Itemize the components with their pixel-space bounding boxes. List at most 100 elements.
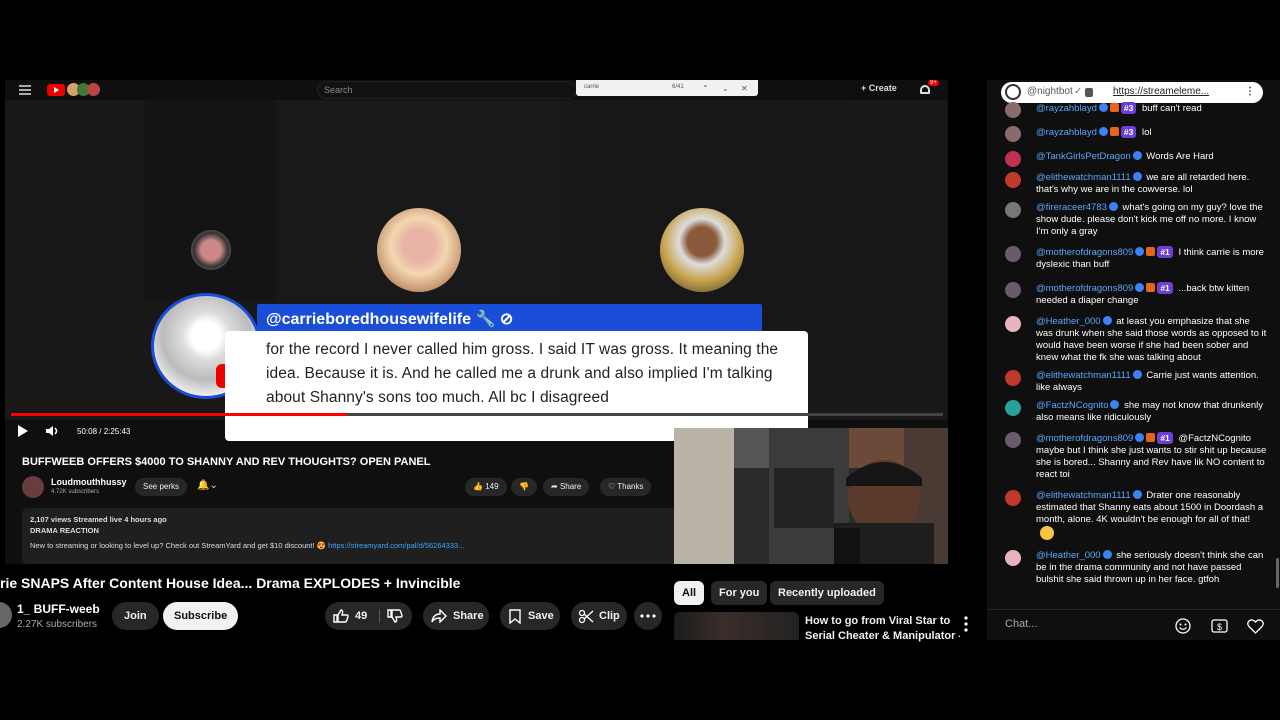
pinned-link-bar[interactable]: @nightbot ✓ https://streameleme... ⋮ — [1001, 82, 1263, 103]
chat-message: @Heather_000 she seriously doesn't think… — [1005, 550, 1267, 586]
chat-message-body: @TankGirlsPetDragon Words Are Hard — [1036, 151, 1267, 163]
inner-like-button: 👍 149 — [465, 478, 507, 496]
chat-avatar[interactable] — [1005, 490, 1021, 506]
join-button[interactable]: Join — [112, 602, 159, 630]
notifications-icon: 9+ — [919, 80, 939, 96]
inner-create-button: + Create — [861, 83, 897, 93]
chat-avatar[interactable] — [1005, 246, 1021, 262]
chat-avatar[interactable] — [1005, 370, 1021, 386]
verified-badge-icon — [1110, 400, 1120, 409]
recommended-title[interactable]: How to go from Viral Star to Serial Chea… — [805, 614, 960, 644]
bell-dropdown-icon: 🔔⌄ — [197, 480, 218, 491]
share-button[interactable]: Share — [423, 602, 489, 630]
rec-title-line: Serial Cheater & Manipulator - ... — [805, 630, 960, 642]
chat-username[interactable]: @fireraceer4783 — [1036, 202, 1107, 213]
chat-message-body: @FactzNCognito she may not know that dru… — [1036, 400, 1267, 424]
chat-username[interactable]: @rayzahblayd — [1036, 127, 1097, 138]
verified-badge-icon — [1135, 247, 1145, 256]
super-chat-icon[interactable]: $ — [1211, 619, 1228, 633]
member-badge-icon — [1146, 247, 1156, 256]
thumbs-up-icon[interactable] — [333, 609, 349, 623]
inner-share-label: Share — [559, 482, 582, 491]
chat-avatar[interactable] — [1005, 172, 1021, 188]
recommended-thumbnail[interactable] — [674, 612, 799, 640]
chat-username[interactable]: @TankGirlsPetDragon — [1036, 151, 1131, 162]
verified-badge-icon — [1132, 151, 1142, 160]
grin-emoji-icon — [1040, 526, 1054, 540]
chat-avatar[interactable] — [1005, 102, 1021, 118]
chat-input[interactable]: Chat... — [1005, 618, 1165, 636]
channel-avatar[interactable] — [0, 602, 12, 628]
chat-message: @motherofdragons809 #1 ...back btw kitten… — [1005, 282, 1267, 307]
menu-icon — [19, 85, 31, 95]
chat-avatar[interactable] — [1005, 126, 1021, 142]
chat-avatar[interactable] — [1005, 282, 1021, 298]
channel-name[interactable]: 1_ BUFF-weeb — [17, 602, 100, 616]
chat-avatar[interactable] — [1005, 432, 1021, 448]
chat-username[interactable]: @motherofdragons809 — [1036, 433, 1133, 444]
video-player[interactable]: Search carrie 6/41 ⌃ ⌄ ✕ + Create 9+ @ca… — [5, 80, 948, 564]
chat-avatar[interactable] — [1005, 550, 1021, 566]
chat-username[interactable]: @rayzahblayd — [1036, 103, 1097, 114]
panel-tile — [145, 100, 275, 300]
svg-text:$: $ — [1217, 622, 1222, 632]
save-button[interactable]: Save — [500, 602, 560, 630]
pinned-link[interactable]: https://streameleme... — [1113, 86, 1209, 97]
overlay-comment-text: for the record I never called him gross.… — [225, 331, 808, 441]
like-count: 49 — [355, 610, 368, 622]
inner-share-button: ➦ Share — [543, 478, 590, 496]
chat-message: @fireraceer4783 what's going on my guy? … — [1005, 202, 1267, 238]
see-perks-button: See perks — [135, 478, 188, 496]
chat-username[interactable]: @motherofdragons809 — [1036, 247, 1133, 258]
thumbs-down-icon[interactable] — [387, 609, 403, 623]
chat-message: @elithewatchman1111 we are all retarded … — [1005, 172, 1267, 196]
chat-scrollbar[interactable] — [1276, 558, 1279, 588]
play-icon[interactable] — [17, 424, 29, 438]
check-icon: ✓ — [1074, 86, 1083, 97]
kebab-menu-icon[interactable] — [964, 616, 968, 632]
chat-avatar[interactable] — [1005, 400, 1021, 416]
subscribe-button[interactable]: Subscribe — [163, 602, 239, 630]
chat-username[interactable]: @elithewatchman1111 — [1036, 490, 1131, 501]
inner-thanks-button: ♡ Thanks — [600, 478, 652, 496]
rank-badge: #1 — [1157, 282, 1173, 294]
chat-username[interactable]: @FactzNCognito — [1036, 400, 1108, 411]
emoji-icon[interactable] — [1175, 618, 1191, 634]
chat-message: @elithewatchman1111 Carrie just wants at… — [1005, 370, 1267, 394]
heart-icon[interactable] — [1247, 619, 1264, 634]
chat-username[interactable]: @motherofdragons809 — [1036, 283, 1133, 294]
more-vert-icon[interactable]: ⋮ — [1245, 86, 1255, 97]
volume-icon[interactable] — [45, 425, 59, 437]
streamer-webcam — [674, 428, 948, 564]
rank-badge: #3 — [1120, 126, 1137, 138]
chat-avatar[interactable] — [1005, 151, 1021, 167]
chat-username[interactable]: @elithewatchman1111 — [1036, 370, 1131, 381]
overlay-comment-handle: @carrieboredhousewifelife 🔧 ⊘ — [257, 304, 762, 331]
chat-username[interactable]: @elithewatchman1111 — [1036, 172, 1131, 183]
chat-text: lol — [1141, 127, 1152, 138]
rank-badge: #1 — [1157, 432, 1173, 444]
chat-message-body: @fireraceer4783 what's going on my guy? … — [1036, 202, 1267, 238]
like-dislike-group[interactable]: 49 — [325, 602, 412, 630]
chat-username[interactable]: @Heather_000 — [1036, 550, 1101, 561]
verified-badge-icon — [1132, 172, 1142, 181]
clip-button[interactable]: Clip — [571, 602, 627, 630]
inner-channel-name: Loudmouthhussy — [51, 477, 127, 487]
inner-like-count: 149 — [485, 482, 499, 491]
verified-badge-icon — [1098, 127, 1108, 136]
inner-thanks-label: Thanks — [617, 482, 644, 491]
chat-avatar[interactable] — [1005, 202, 1021, 218]
find-in-page-bar: carrie 6/41 ⌃ ⌄ ✕ — [576, 80, 758, 96]
chip-for-you[interactable]: For you — [711, 581, 768, 605]
more-actions-icon[interactable] — [634, 602, 662, 630]
rank-badge: #3 — [1120, 102, 1137, 114]
inner-video-title: BUFFWEEB OFFERS $4000 TO SHANNY AND REV … — [22, 456, 431, 468]
chat-username[interactable]: @Heather_000 — [1036, 316, 1101, 327]
chip-recently-uploaded[interactable]: Recently uploaded — [770, 581, 884, 605]
chip-all[interactable]: All — [674, 581, 705, 605]
chat-message-body: @motherofdragons809 #1 ...back btw kitten… — [1036, 282, 1267, 307]
clip-label: Clip — [599, 610, 620, 622]
verified-badge-icon — [1135, 433, 1145, 442]
share-label: Share — [453, 610, 484, 622]
chat-avatar[interactable] — [1005, 316, 1021, 332]
